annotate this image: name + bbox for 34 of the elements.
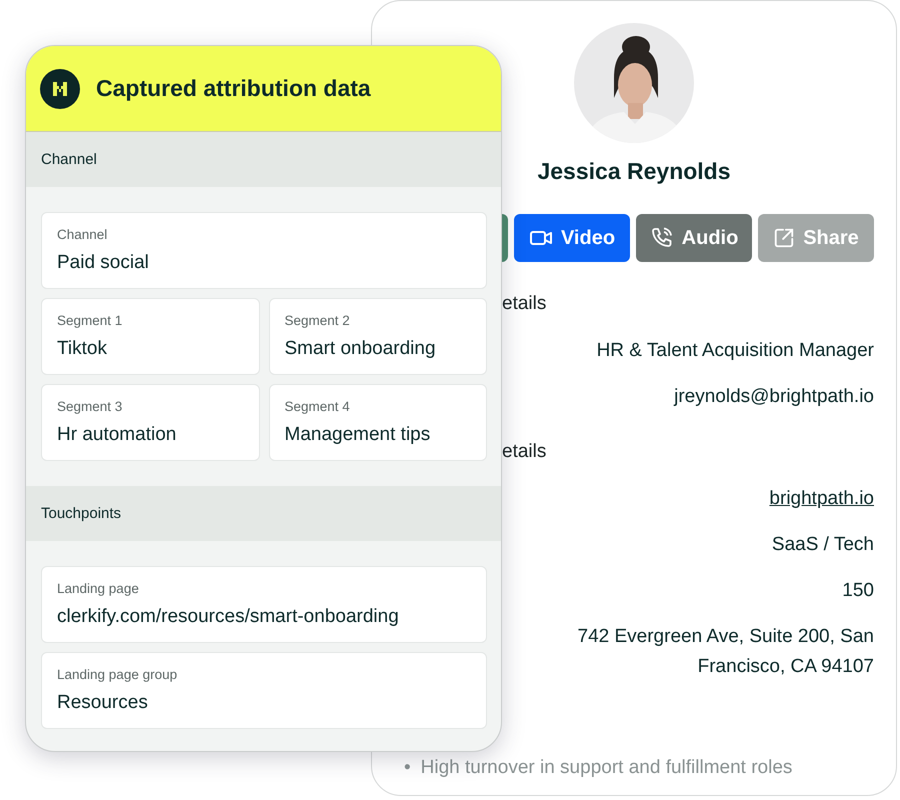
external-link-icon bbox=[773, 227, 796, 249]
website-link[interactable]: brightpath.io bbox=[769, 484, 874, 514]
bullet-icon: • bbox=[404, 756, 411, 780]
detail-value: HR & Talent Acquisition Manager bbox=[596, 339, 874, 363]
video-button[interactable]: Video bbox=[514, 214, 630, 262]
field-label: Landing page bbox=[57, 581, 140, 597]
field-value: Paid social bbox=[57, 251, 150, 275]
detail-value: jreynolds@brightpath.io bbox=[674, 385, 874, 409]
field-label: Segment 2 bbox=[284, 313, 351, 329]
field-value: Hr automation bbox=[57, 423, 178, 447]
field-value: Smart onboarding bbox=[284, 337, 437, 361]
detail-value: 742 Evergreen Ave, Suite 200, San Francisco, CA 94107 bbox=[576, 625, 874, 679]
section-heading: etails bbox=[501, 292, 548, 316]
field-label: Segment 3 bbox=[57, 399, 124, 415]
contact-name: Jessica Reynolds bbox=[537, 157, 731, 185]
field-label: Landing page group bbox=[57, 667, 178, 683]
section-heading: etails bbox=[501, 440, 548, 464]
field-label: Channel bbox=[57, 227, 108, 243]
detail-value: 150 bbox=[842, 579, 874, 603]
field-value: Tiktok bbox=[57, 337, 108, 361]
audio-button[interactable]: Audio bbox=[636, 214, 752, 262]
field-value: Resources bbox=[57, 691, 149, 715]
card-title: Captured attribution data bbox=[96, 75, 371, 102]
section-header: Touchpoints bbox=[26, 486, 501, 541]
detail-value: SaaS / Tech bbox=[772, 533, 874, 557]
field-value: Management tips bbox=[284, 423, 432, 447]
logo-icon bbox=[40, 68, 80, 108]
action-button[interactable] bbox=[502, 214, 508, 262]
field-label: Segment 4 bbox=[284, 399, 351, 415]
field-label: Segment 1 bbox=[57, 313, 124, 329]
phone-icon bbox=[650, 226, 674, 250]
field-value: clerkify.com/resources/smart-onboarding bbox=[57, 605, 400, 629]
bullet-item: High turnover in support and fulfillment roles bbox=[420, 756, 792, 780]
section-header: Channel bbox=[26, 132, 501, 187]
